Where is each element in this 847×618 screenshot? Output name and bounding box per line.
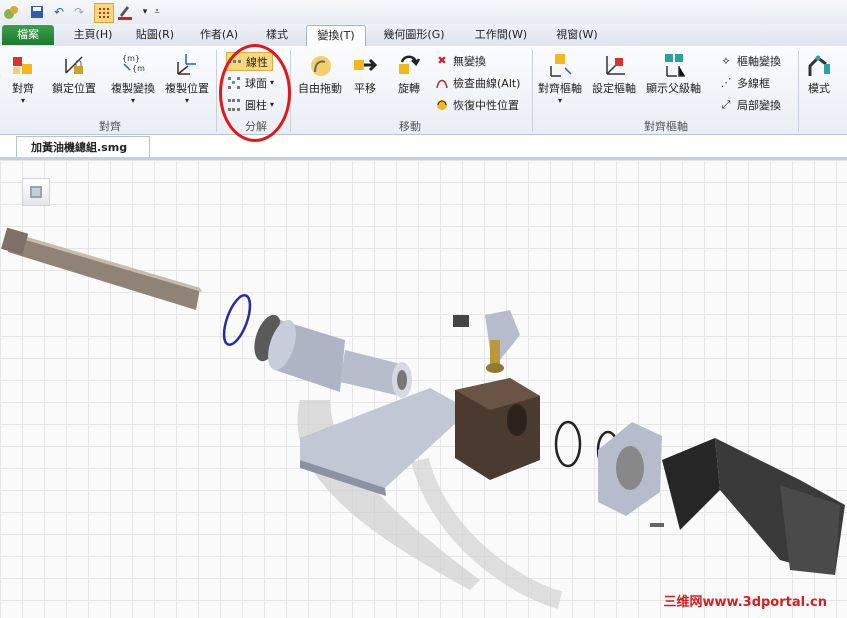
3d-viewport[interactable]	[0, 160, 847, 618]
align-icon	[10, 52, 36, 78]
document-tab[interactable]: 加黃油機總組.smg	[16, 136, 150, 158]
exploded-assembly-model	[1, 227, 845, 609]
svg-text:{m}: {m}	[122, 54, 140, 63]
tab-home[interactable]: 主頁(H)	[64, 25, 122, 45]
app-logo-icon[interactable]	[2, 3, 20, 21]
copy-position-icon	[174, 52, 200, 78]
restore-neutral-button[interactable]: 恢復中性位置	[434, 96, 519, 113]
no-transform-icon: ✖	[437, 54, 447, 67]
translate-button[interactable]: 平移	[352, 52, 378, 96]
copy-transform-icon: {m}{m}	[120, 52, 146, 78]
customize-toolbar-icon[interactable]: ⩡	[148, 3, 166, 21]
check-curve-button[interactable]: 檢查曲線(Alt)	[434, 74, 520, 91]
tab-transform[interactable]: 變換(T)	[306, 25, 366, 46]
multi-wireframe-icon: ⋰	[720, 76, 732, 89]
align-button[interactable]: 對齊 ▾	[10, 52, 36, 105]
check-curve-icon	[434, 76, 450, 90]
tab-texture[interactable]: 貼圖(R)	[126, 25, 184, 45]
rotate-arrow-icon	[396, 52, 422, 78]
no-transform-button[interactable]: ✖ 無變換	[434, 52, 486, 69]
copy-position-button[interactable]: 複製位置 ▾	[165, 52, 209, 105]
align-pivot-button[interactable]: 對齊樞軸 ▾	[538, 52, 582, 105]
group-label-align: 對齊	[99, 120, 121, 133]
tab-file[interactable]: 檔案	[2, 25, 54, 45]
group-separator	[798, 50, 799, 132]
tab-workspace[interactable]: 工作間(W)	[466, 25, 536, 45]
set-pivot-icon	[601, 52, 627, 78]
pen-color-icon[interactable]	[116, 3, 134, 21]
local-transform-button[interactable]: ⤢ 局部變換	[718, 96, 781, 113]
tab-style[interactable]: 樣式	[254, 25, 300, 45]
watermark: 三维网www.3dportal.cn	[663, 595, 827, 610]
mode-button[interactable]: 模式	[806, 52, 832, 96]
svg-text:{m}: {m}	[132, 64, 146, 73]
restore-neutral-icon	[434, 98, 450, 112]
tab-window[interactable]: 視窗(W)	[548, 25, 606, 45]
multi-wireframe-button[interactable]: ⋰ 多線框	[718, 74, 771, 91]
group-separator	[216, 50, 217, 132]
lock-position-icon	[61, 52, 87, 78]
redo-icon[interactable]: ↷	[70, 3, 88, 21]
free-drag-button[interactable]: 自由拖動	[298, 52, 342, 96]
copy-transform-button[interactable]: {m}{m} 複製變換 ▾	[111, 52, 155, 105]
rotate-button[interactable]: 旋轉	[396, 52, 422, 96]
parent-axis-icon	[661, 52, 687, 78]
shaft	[1, 227, 202, 310]
pivot-transform-icon: ⟡	[722, 53, 730, 67]
robot-arm-icon	[806, 52, 832, 78]
pivot-transform-button[interactable]: ⟡ 樞軸變換	[718, 52, 781, 69]
group-label-move: 移動	[399, 120, 421, 133]
lock-position-button[interactable]: 鎖定位置	[52, 52, 96, 96]
annotation-circle	[219, 44, 291, 142]
translate-arrow-icon	[352, 52, 378, 78]
hand-icon	[307, 52, 333, 78]
local-transform-icon: ⤢	[721, 97, 731, 111]
show-parent-axis-button[interactable]: 顯示父級軸	[646, 52, 701, 96]
tab-geometry[interactable]: 幾何圖形(G)	[374, 25, 454, 45]
group-label-pivot: 對齊樞軸	[644, 120, 688, 133]
align-pivot-icon	[547, 52, 573, 78]
group-separator	[532, 50, 533, 132]
set-pivot-button[interactable]: 設定樞軸	[592, 52, 636, 96]
quick-access-toolbar: ↶ ↷ ▾ ⩡	[0, 0, 847, 24]
grid-icon[interactable]	[94, 3, 114, 23]
tab-author[interactable]: 作者(A)	[190, 25, 248, 45]
undo-icon[interactable]: ↶	[50, 3, 68, 21]
save-icon[interactable]	[28, 3, 46, 21]
ribbon-tab-bar: 檔案 主頁(H) 貼圖(R) 作者(A) 樣式 變換(T) 幾何圖形(G) 工作…	[0, 24, 847, 47]
